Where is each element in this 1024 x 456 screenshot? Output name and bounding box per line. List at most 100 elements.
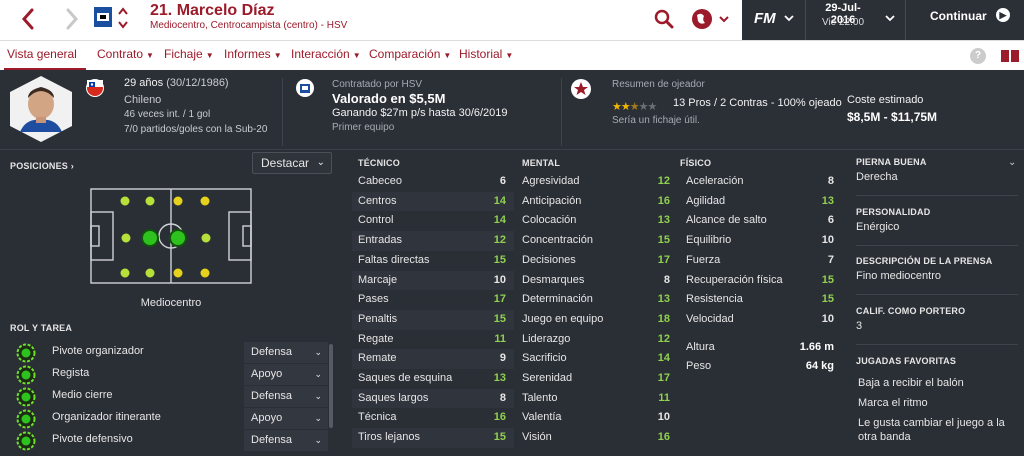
star-empty-icon: ★ (647, 101, 658, 113)
favourite-move: Baja a recibir el balón (858, 377, 964, 389)
attribute-name: Entradas (358, 234, 403, 247)
attribute-row: Marcaje 10 (352, 270, 514, 291)
divider (856, 294, 1018, 295)
favourite-move: Le gusta cambiar el juego a la otra band… (858, 417, 1005, 443)
layout-icon[interactable] (1000, 49, 1020, 63)
fm-logo[interactable]: FM (754, 10, 776, 27)
attribute-name: Velocidad (686, 312, 734, 325)
attribute-row: Entradas 12 (352, 231, 514, 251)
player-up-down-icon[interactable] (116, 4, 130, 32)
highlight-value: Destacar (261, 156, 310, 170)
collapse-chevron-icon[interactable]: ⌄ (1008, 157, 1016, 168)
attribute-row: Saques largos 8 (352, 388, 514, 409)
attribute-row: Remate 9 (352, 349, 514, 369)
weight-value: 64 kg (805, 360, 834, 372)
attribute-name: Serenidad (522, 372, 573, 384)
attribute-name: Marcaje (358, 273, 398, 286)
duty-dropdown[interactable]: Apoyo ⌄ (244, 408, 328, 429)
attribute-row: Tiros lejanos 15 (352, 428, 514, 448)
attribute-value: 13 (821, 194, 834, 207)
divider (282, 78, 283, 146)
continue-button[interactable]: Continuar ▶ (914, 7, 1020, 33)
caret-down-icon: ▼ (443, 51, 452, 60)
chevron-down-icon: ⌄ (316, 157, 325, 168)
duty-dropdown[interactable]: Apoyo ⌄ (244, 364, 328, 385)
scout-note: Sería un fichaje útil. (612, 115, 700, 126)
duty-dropdown[interactable]: Defensa ⌄ (244, 386, 328, 407)
attribute-row: Visión 16 (516, 428, 678, 448)
attribute-value: 14 (493, 194, 506, 207)
attribute-value: 13 (657, 214, 670, 227)
attribute-name: Remate (358, 352, 397, 365)
role-row[interactable]: Pivote defensivo Defensa ⌄ (14, 430, 328, 451)
game-time: Vie 22:00 (821, 17, 865, 28)
attribute-value: 10 (821, 234, 834, 247)
attribute-name: Penaltis (358, 312, 398, 325)
tab-comparacion[interactable]: Comparación ▼ (369, 47, 451, 61)
mental-column: MENTAL Agresividad 12 Anticipación 16 Coloca… (516, 151, 678, 456)
scout-title: Resumen de ojeador (612, 79, 705, 90)
divider (856, 344, 1018, 345)
roles-scrollbar[interactable] (329, 344, 333, 428)
attribute-value: 15 (821, 293, 834, 306)
highlight-dropdown[interactable]: Destacar ⌄ (252, 152, 332, 174)
forward-arrow-icon[interactable] (56, 4, 86, 34)
duty-value: Apoyo (251, 368, 283, 380)
height-value: 1.66 m (799, 341, 834, 353)
attribute-row: Saques de esquina 13 (352, 369, 514, 389)
tab-interaccion[interactable]: Interacción ▼ (291, 47, 361, 61)
tab-contrato[interactable]: Contrato ▼ (97, 47, 154, 61)
attribute-name: Pases (358, 293, 389, 306)
position-dot (121, 233, 131, 243)
attribute-row: Velocidad 10 (680, 310, 842, 330)
chevron-down-icon[interactable] (884, 12, 896, 24)
role-name: Pivote organizador (52, 345, 144, 357)
role-row[interactable]: Medio cierre Defensa ⌄ (14, 386, 328, 407)
attribute-value: 12 (657, 175, 670, 187)
attribute-value: 9 (499, 352, 506, 365)
search-icon[interactable] (652, 7, 676, 31)
tab-fichaje[interactable]: Fichaje ▼ (164, 47, 214, 61)
press-label: DESCRIPCIÓN DE LA PRENSA (856, 256, 993, 266)
tab-vista-general[interactable]: Vista general (7, 47, 77, 61)
duty-dropdown[interactable]: Defensa ⌄ (244, 342, 328, 363)
position-dot (145, 196, 155, 206)
attribute-name: Desmarques (522, 273, 585, 286)
duty-dropdown[interactable]: Defensa ⌄ (244, 430, 328, 451)
attribute-value: 16 (657, 194, 670, 207)
tab-label: Historial (459, 47, 503, 61)
attribute-row: Talento 11 (516, 389, 678, 409)
technical-label: TÉCNICO (358, 158, 400, 168)
duty-value: Apoyo (251, 412, 283, 424)
tab-historial[interactable]: Historial ▼ (459, 47, 513, 61)
world-icon[interactable] (690, 6, 732, 32)
roles-label: ROL Y TAREA (10, 323, 73, 333)
attribute-row: Serenidad 17 (516, 369, 678, 389)
attribute-name: Valentía (522, 411, 562, 424)
player-caps: 46 veces int. / 1 gol (124, 109, 211, 120)
height-row: Altura 1.66 m (680, 338, 842, 358)
attribute-name: Faltas directas (358, 253, 430, 266)
moves-label: JUGADAS FAVORITAS (856, 356, 957, 366)
role-row[interactable]: Regista Apoyo ⌄ (14, 364, 328, 385)
help-icon[interactable]: ? (970, 48, 986, 64)
chevron-down-icon[interactable] (783, 12, 795, 24)
attribute-row: Sacrificio 14 (516, 349, 678, 369)
role-suitability-icon (16, 343, 36, 363)
scout-star-icon (571, 79, 591, 99)
press-value: Fino mediocentro (856, 270, 941, 282)
tab-label: Informes (224, 47, 271, 61)
attribute-value: 16 (493, 411, 506, 424)
positions-label[interactable]: POSICIONES › (10, 161, 74, 171)
position-dot (145, 268, 155, 278)
attribute-name: Concentración (522, 234, 593, 247)
role-row[interactable]: Pivote organizador Defensa ⌄ (14, 342, 328, 363)
back-arrow-icon[interactable] (14, 4, 44, 34)
role-row[interactable]: Organizador itinerante Apoyo ⌄ (14, 408, 328, 429)
player-avatar (10, 76, 72, 142)
foot-label: PIERNA BUENA (856, 157, 927, 167)
tab-informes[interactable]: Informes ▼ (224, 47, 282, 61)
position-dot (201, 233, 211, 243)
attribute-value: 13 (493, 372, 506, 384)
continue-label: Continuar (930, 9, 987, 23)
